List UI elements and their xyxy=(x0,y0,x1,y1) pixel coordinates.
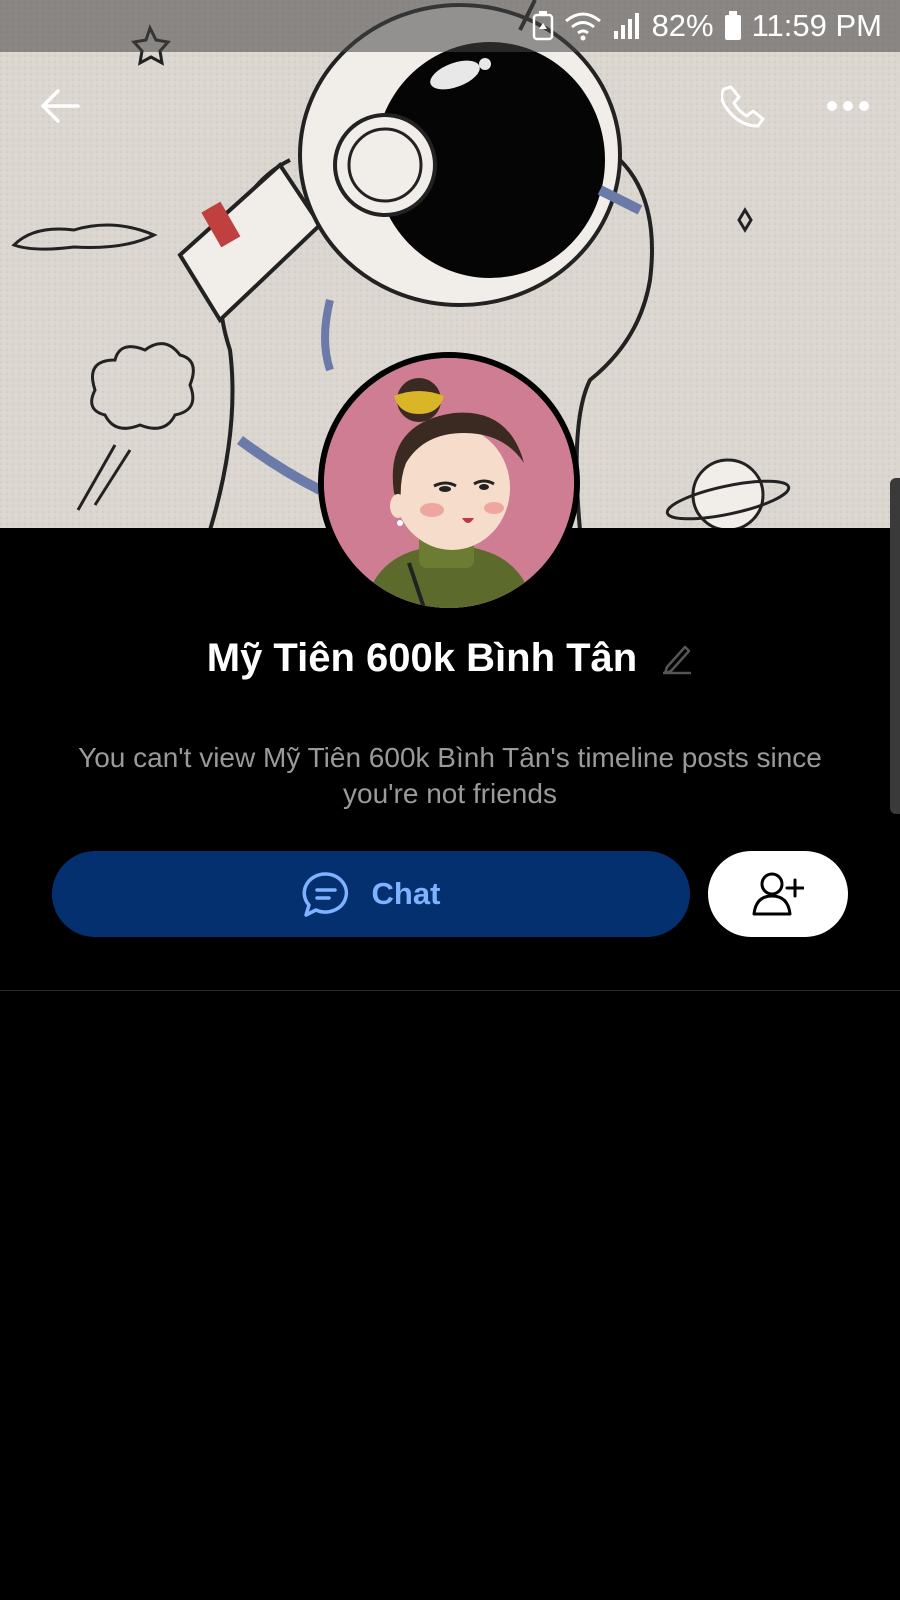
section-divider xyxy=(0,990,900,991)
add-friend-icon xyxy=(752,872,804,916)
not-friends-message: You can't view Mỹ Tiên 600k Bình Tân's t… xyxy=(78,742,822,809)
battery-saver-icon xyxy=(532,11,554,41)
more-icon xyxy=(827,101,869,111)
signal-icon xyxy=(612,11,642,41)
back-arrow-icon xyxy=(41,89,80,123)
battery-icon xyxy=(724,11,742,41)
add-friend-button[interactable] xyxy=(708,851,848,937)
chat-bubble-icon xyxy=(302,872,348,917)
edit-pencil-icon[interactable] xyxy=(661,641,693,675)
battery-percent: 82% xyxy=(651,8,714,43)
status-time: 11:59 PM xyxy=(751,8,882,43)
phone-icon xyxy=(721,85,765,128)
status-bar: 82% 11:59 PM xyxy=(0,0,900,52)
wifi-icon xyxy=(564,11,602,41)
chat-button-label: Chat xyxy=(371,876,441,911)
call-button[interactable] xyxy=(716,78,772,134)
profile-name: Mỹ Tiên 600k Bình Tân xyxy=(206,635,638,680)
profile-name-row: Mỹ Tiên 600k Bình Tân xyxy=(0,628,900,688)
back-button[interactable] xyxy=(32,78,88,134)
avatar-illustration xyxy=(324,358,574,608)
more-button[interactable] xyxy=(820,78,876,134)
avatar[interactable] xyxy=(318,352,580,614)
chat-button[interactable]: Chat xyxy=(52,851,690,937)
